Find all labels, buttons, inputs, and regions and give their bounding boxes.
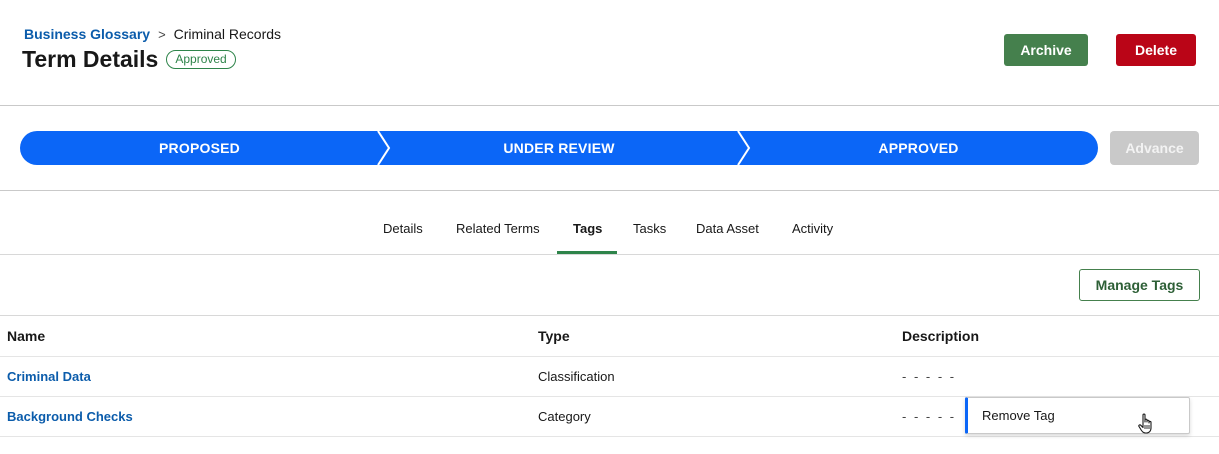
breadcrumb: Business Glossary > Criminal Records [24, 26, 281, 42]
tab-bar: Details Related Terms Tags Tasks Data As… [0, 212, 1219, 254]
tab-related-terms[interactable]: Related Terms [456, 212, 540, 254]
advance-button[interactable]: Advance [1110, 131, 1199, 165]
column-header-type[interactable]: Type [538, 328, 570, 344]
tag-type: Category [538, 409, 591, 424]
title-row: Term Details Approved [22, 46, 236, 73]
delete-button[interactable]: Delete [1116, 34, 1196, 66]
tag-name-link[interactable]: Criminal Data [7, 369, 91, 384]
status-path: PROPOSED UNDER REVIEW APPROVED [20, 131, 1098, 165]
table-top-border [0, 315, 1219, 316]
chevron-right-icon: > [158, 26, 166, 42]
path-stage-proposed[interactable]: PROPOSED [20, 131, 379, 165]
table-row-divider [0, 356, 1219, 357]
tab-tags[interactable]: Tags [573, 212, 602, 254]
breadcrumb-current: Criminal Records [173, 26, 282, 42]
tab-data-asset[interactable]: Data Asset [696, 212, 759, 254]
tag-description: - - - - - [902, 369, 957, 384]
tab-tasks[interactable]: Tasks [633, 212, 666, 254]
tag-type: Classification [538, 369, 615, 384]
term-details-page: Business Glossary > Criminal Records Ter… [0, 0, 1219, 454]
breadcrumb-business-glossary[interactable]: Business Glossary [24, 26, 150, 42]
header-divider [0, 105, 1219, 106]
column-header-description[interactable]: Description [902, 328, 979, 344]
archive-button[interactable]: Archive [1004, 34, 1088, 66]
path-chevron-separator [377, 131, 391, 165]
status-badge: Approved [166, 50, 236, 69]
path-stage-approved[interactable]: APPROVED [739, 131, 1098, 165]
path-stage-under-review[interactable]: UNDER REVIEW [379, 131, 739, 165]
tab-details[interactable]: Details [383, 212, 423, 254]
tabs-divider [0, 254, 1219, 255]
hand-pointer-cursor-icon [1138, 413, 1152, 434]
tab-activity[interactable]: Activity [792, 212, 833, 254]
manage-tags-button[interactable]: Manage Tags [1079, 269, 1200, 301]
page-title: Term Details [22, 46, 159, 72]
path-chevron-separator [737, 131, 751, 165]
table-row-divider [0, 436, 1219, 437]
remove-tag-menu-item[interactable]: Remove Tag [982, 408, 1055, 423]
column-header-name[interactable]: Name [7, 328, 45, 344]
tag-name-link[interactable]: Background Checks [7, 409, 133, 424]
path-divider [0, 190, 1219, 191]
tag-description: - - - - - [902, 409, 957, 424]
